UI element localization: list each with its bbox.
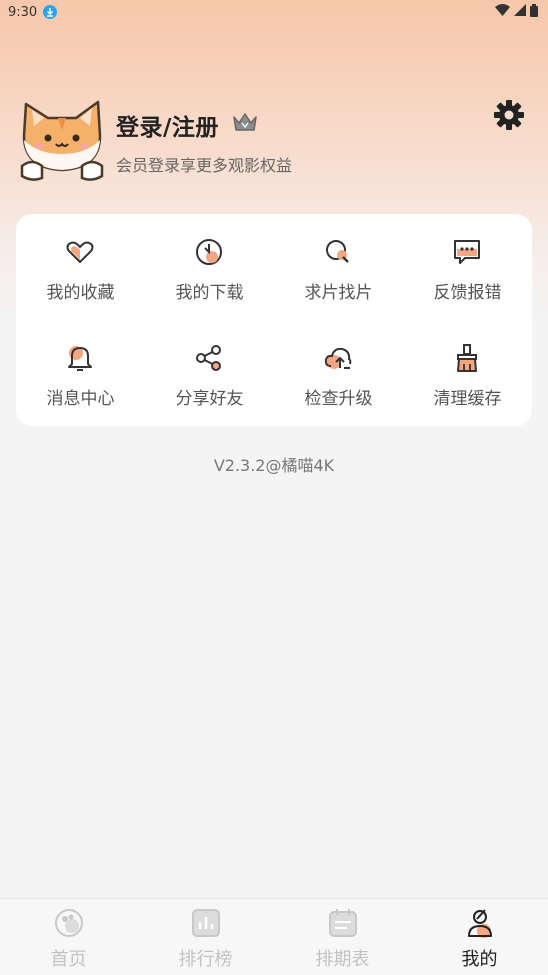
wifi-icon (495, 4, 510, 20)
feature-label: 消息中心 (46, 389, 115, 409)
feature-clear-cache[interactable]: 清理缓存 (403, 320, 532, 420)
ranking-icon (190, 907, 222, 939)
feature-label: 我的收藏 (46, 283, 115, 303)
feature-label: 清理缓存 (433, 389, 502, 409)
broom-icon (451, 342, 483, 374)
avatar[interactable] (18, 96, 106, 182)
search-icon (322, 236, 354, 268)
tab-mine[interactable]: 我的 (411, 899, 548, 975)
membership-subtitle: 会员登录享更多观影权益 (116, 156, 293, 175)
heart-icon (64, 236, 96, 268)
tab-label: 首页 (50, 949, 87, 970)
feature-label: 分享好友 (175, 389, 244, 409)
download-icon (193, 236, 225, 268)
feature-label: 我的下载 (175, 283, 244, 303)
feature-label: 检查升级 (304, 389, 373, 409)
tab-label: 我的 (461, 949, 498, 970)
feature-share[interactable]: 分享好友 (145, 320, 274, 420)
tab-schedule[interactable]: 排期表 (274, 899, 411, 975)
home-icon (53, 907, 85, 939)
feature-card: 我的收藏 我的下载 求片找片 反馈报错 消息中心 分享好友 检查升级 清理缓存 (16, 214, 532, 426)
feature-check-update[interactable]: 检查升级 (274, 320, 403, 420)
tab-label: 排行榜 (178, 949, 233, 970)
feature-downloads[interactable]: 我的下载 (145, 214, 274, 314)
status-time: 9:30 (8, 4, 38, 20)
crown-icon (232, 111, 258, 137)
battery-icon (530, 3, 538, 21)
feature-request-movie[interactable]: 求片找片 (274, 214, 403, 314)
calendar-icon (327, 907, 359, 939)
profile-icon (464, 907, 496, 939)
bottom-tab-bar: 首页 排行榜 排期表 我的 (0, 898, 548, 975)
cloud-upload-icon (322, 342, 354, 374)
bell-icon (64, 342, 96, 374)
signal-icon (514, 4, 526, 20)
tab-label: 排期表 (315, 949, 370, 970)
tab-home[interactable]: 首页 (0, 899, 137, 975)
profile-header: 登录/注册 会员登录享更多观影权益 (18, 96, 530, 186)
settings-gear-icon[interactable] (493, 99, 525, 131)
feature-feedback[interactable]: 反馈报错 (403, 214, 532, 314)
login-register-link[interactable]: 登录/注册 (116, 108, 219, 142)
feedback-icon (451, 236, 483, 268)
feature-favorites[interactable]: 我的收藏 (16, 214, 145, 314)
tab-ranking[interactable]: 排行榜 (137, 899, 274, 975)
share-icon (193, 342, 225, 374)
app-version: V2.3.2@橘喵4K (213, 456, 335, 475)
download-notification-icon (43, 5, 58, 19)
feature-label: 反馈报错 (433, 283, 502, 303)
status-bar: 9:30 (0, 0, 548, 24)
feature-messages[interactable]: 消息中心 (16, 320, 145, 420)
feature-label: 求片找片 (304, 283, 373, 303)
